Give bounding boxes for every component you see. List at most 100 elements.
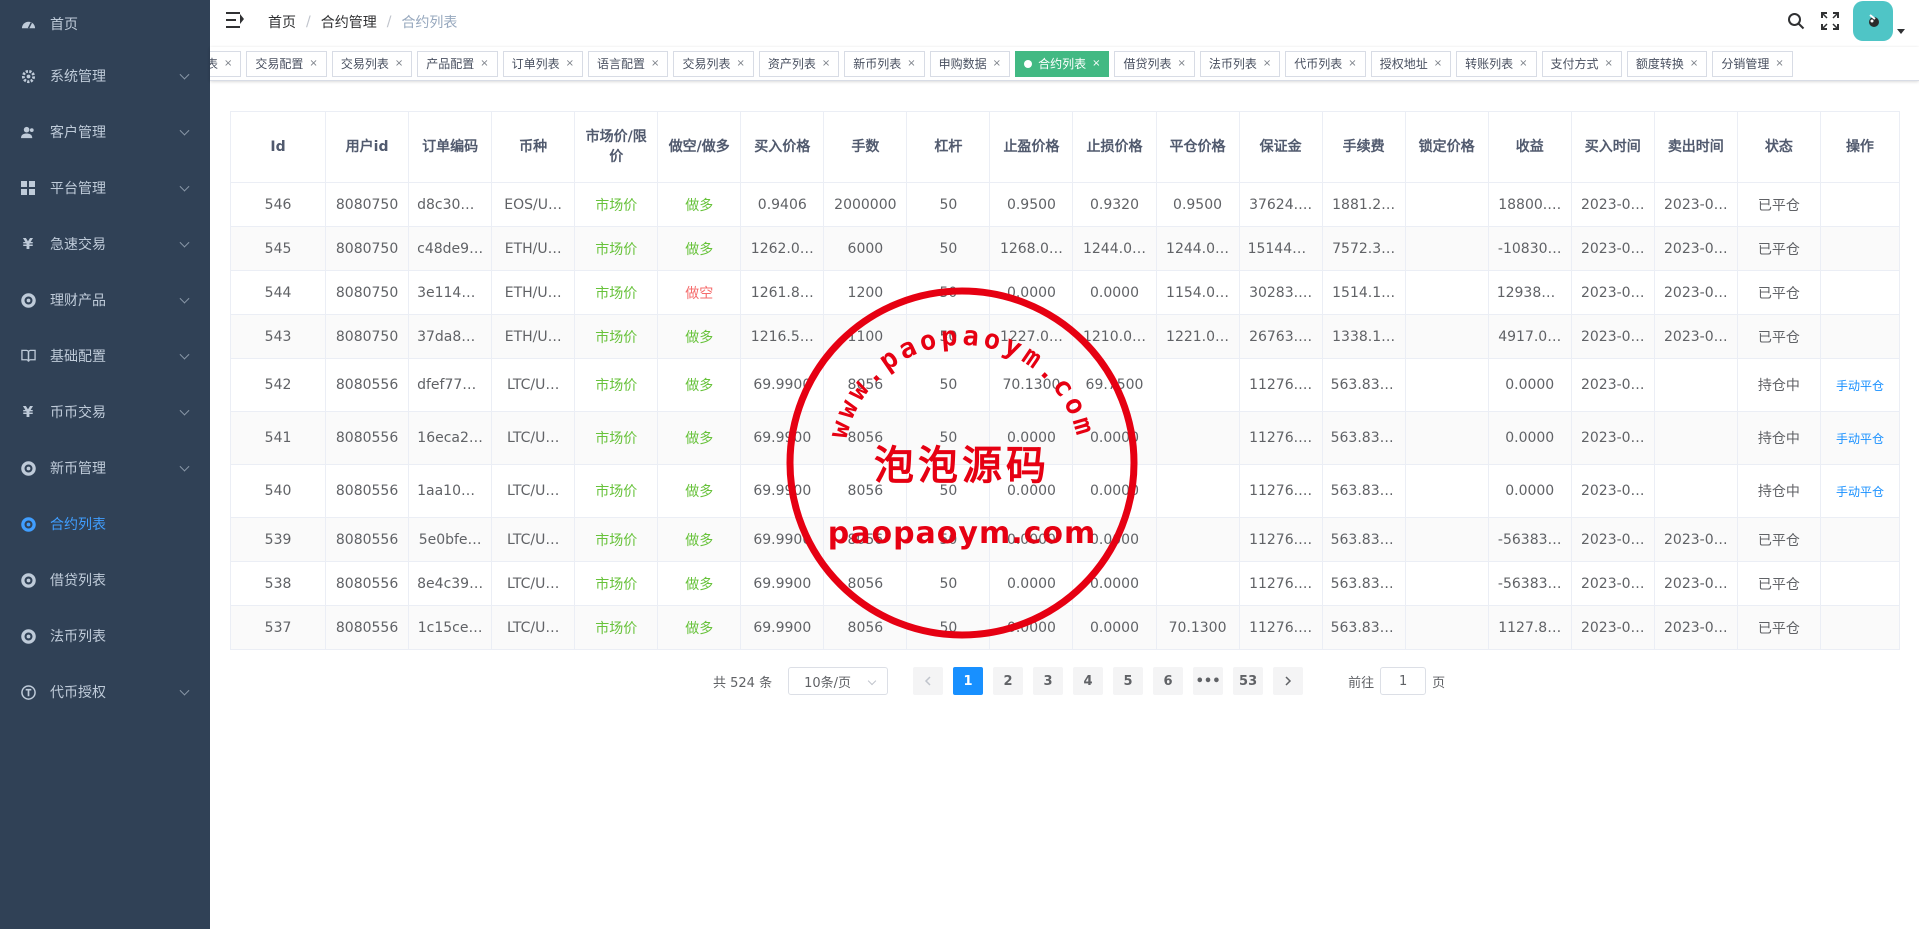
tag-item[interactable]: 法币列表 × bbox=[1199, 51, 1281, 77]
goto-page-input[interactable] bbox=[1380, 667, 1427, 695]
page-button[interactable]: 2 bbox=[993, 667, 1024, 695]
next-page-button[interactable] bbox=[1273, 667, 1304, 695]
page-button[interactable]: 6 bbox=[1153, 667, 1184, 695]
tag-item[interactable]: 订单列表 × bbox=[502, 51, 584, 77]
tag-item[interactable]: 资产列表 × bbox=[758, 51, 840, 77]
tag-item[interactable]: 分销管理 × bbox=[1712, 51, 1793, 77]
table-cell: 0.0000 bbox=[1487, 358, 1572, 412]
close-icon[interactable]: × bbox=[1348, 52, 1356, 76]
table-cell bbox=[1404, 314, 1489, 359]
close-icon[interactable]: × bbox=[1092, 52, 1100, 76]
tag-item[interactable]: 借贷列表 × bbox=[1114, 51, 1195, 77]
page-button[interactable]: 1 bbox=[953, 667, 984, 695]
tag-item[interactable]: 额度转换 × bbox=[1626, 51, 1708, 77]
sidebar-item-label: 理财产品 bbox=[50, 293, 106, 309]
tag-item[interactable]: 支付方式 × bbox=[1541, 51, 1622, 77]
sidebar-item[interactable]: 客户管理 bbox=[0, 104, 210, 160]
sidebar-item[interactable]: 借贷列表 bbox=[0, 552, 210, 608]
table-cell: 市场价 bbox=[574, 226, 659, 271]
caret-down-icon[interactable] bbox=[1897, 28, 1905, 34]
tag-item[interactable]: 新币列表 × bbox=[844, 51, 925, 77]
close-icon[interactable]: × bbox=[1434, 52, 1442, 76]
sidebar-item[interactable]: 合约列表 bbox=[0, 496, 210, 552]
tag-item[interactable]: 合约列表 × bbox=[1015, 51, 1110, 77]
manual-close-button[interactable]: 手动平仓 bbox=[1836, 485, 1884, 499]
page-list: 1 2 3 4 5 6 ••• 53 bbox=[948, 667, 1268, 695]
table-cell: 8056 bbox=[823, 464, 908, 518]
close-icon[interactable]: × bbox=[651, 52, 659, 76]
sidebar-item[interactable]: 理财产品 bbox=[0, 272, 210, 328]
page-button[interactable]: 4 bbox=[1073, 667, 1104, 695]
close-icon[interactable]: × bbox=[736, 52, 744, 76]
table-cell: 0.0000 bbox=[989, 464, 1074, 518]
page-button[interactable]: 53 bbox=[1233, 667, 1264, 695]
token-icon bbox=[20, 684, 36, 700]
tag-item[interactable]: 产品配置 × bbox=[417, 51, 498, 77]
close-icon[interactable]: × bbox=[907, 52, 915, 76]
tag-item[interactable]: 列表× bbox=[210, 51, 242, 77]
close-icon[interactable]: × bbox=[1690, 52, 1698, 76]
chevron-down-icon bbox=[179, 405, 190, 416]
close-icon[interactable]: × bbox=[1775, 52, 1783, 76]
close-icon[interactable]: × bbox=[1263, 52, 1271, 76]
table-cell: -56383… bbox=[1487, 561, 1572, 606]
fullscreen-icon[interactable] bbox=[1813, 0, 1847, 42]
page-size-select[interactable]: 10条/页 bbox=[788, 667, 889, 695]
table-cell bbox=[1404, 464, 1489, 518]
sidebar-item-label: 法币列表 bbox=[50, 629, 106, 645]
tag-item[interactable]: 授权地址 × bbox=[1370, 51, 1452, 77]
page-button[interactable]: 5 bbox=[1113, 667, 1144, 695]
breadcrumb-home[interactable]: 首页 bbox=[268, 12, 296, 32]
tag-item[interactable]: 转账列表 × bbox=[1456, 51, 1537, 77]
chevron-down-icon bbox=[179, 293, 190, 304]
prev-page-button[interactable] bbox=[913, 667, 944, 695]
sidebar-item[interactable]: 首页 bbox=[0, 0, 210, 48]
table-cell bbox=[1819, 605, 1901, 650]
sidebar-item[interactable]: 代币授权 bbox=[0, 664, 210, 720]
sidebar-item[interactable]: 系统管理 bbox=[0, 48, 210, 104]
close-icon[interactable]: × bbox=[480, 52, 488, 76]
close-icon[interactable]: × bbox=[993, 52, 1001, 76]
close-icon[interactable]: × bbox=[566, 52, 574, 76]
close-icon[interactable]: × bbox=[395, 52, 403, 76]
close-icon[interactable]: × bbox=[1519, 52, 1527, 76]
table-row: 540 8080556 1aa10a… LTC/U… 市场价 做多 69.9900 8056 5… bbox=[229, 464, 1901, 518]
table-cell: 539 bbox=[229, 517, 327, 562]
table-cell bbox=[1155, 358, 1240, 412]
table-cell: 手动平仓 bbox=[1819, 411, 1901, 465]
sidebar-item[interactable]: 新币管理 bbox=[0, 440, 210, 496]
manual-close-button[interactable]: 手动平仓 bbox=[1836, 379, 1884, 393]
page-button[interactable]: 3 bbox=[1033, 667, 1064, 695]
close-icon[interactable]: × bbox=[822, 52, 830, 76]
tag-label: 新币列表 bbox=[853, 57, 902, 71]
tag-item[interactable]: 代币列表 × bbox=[1285, 51, 1366, 77]
close-icon[interactable]: × bbox=[1177, 52, 1185, 76]
sidebar-item[interactable]: 基础配置 bbox=[0, 328, 210, 384]
tag-item[interactable]: 交易列表 × bbox=[673, 51, 754, 77]
sidebar-item[interactable]: ¥ 币币交易 bbox=[0, 384, 210, 440]
user-avatar[interactable] bbox=[1853, 1, 1893, 41]
table-cell: 11276.… bbox=[1238, 561, 1323, 606]
tag-item[interactable]: 交易配置 × bbox=[246, 51, 327, 77]
close-icon[interactable]: × bbox=[224, 52, 232, 76]
table-cell: 市场价 bbox=[574, 605, 659, 650]
close-icon[interactable]: × bbox=[1605, 52, 1613, 76]
column-header: 平仓价格 bbox=[1155, 111, 1240, 183]
hamburger-icon[interactable] bbox=[226, 12, 244, 28]
search-icon[interactable] bbox=[1779, 0, 1813, 42]
table-cell: ETH/U… bbox=[491, 314, 576, 359]
tag-item[interactable]: 交易列表 × bbox=[331, 51, 413, 77]
tag-item[interactable]: 语言配置 × bbox=[588, 51, 669, 77]
chevron-down-icon bbox=[179, 237, 190, 248]
sidebar-item[interactable]: 法币列表 bbox=[0, 608, 210, 664]
sidebar-item[interactable]: ¥ 急速交易 bbox=[0, 216, 210, 272]
more-pages-button[interactable]: ••• bbox=[1193, 667, 1224, 695]
close-icon[interactable]: × bbox=[309, 52, 317, 76]
breadcrumb-contract-management[interactable]: 合约管理 bbox=[321, 12, 377, 32]
manual-close-button[interactable]: 手动平仓 bbox=[1836, 432, 1884, 446]
circle-icon bbox=[20, 516, 36, 532]
sidebar-item-label: 币币交易 bbox=[50, 405, 106, 421]
page-jumper: 前往 页 bbox=[1348, 667, 1445, 695]
tag-item[interactable]: 申购数据 × bbox=[929, 51, 1011, 77]
sidebar-item[interactable]: 平台管理 bbox=[0, 160, 210, 216]
